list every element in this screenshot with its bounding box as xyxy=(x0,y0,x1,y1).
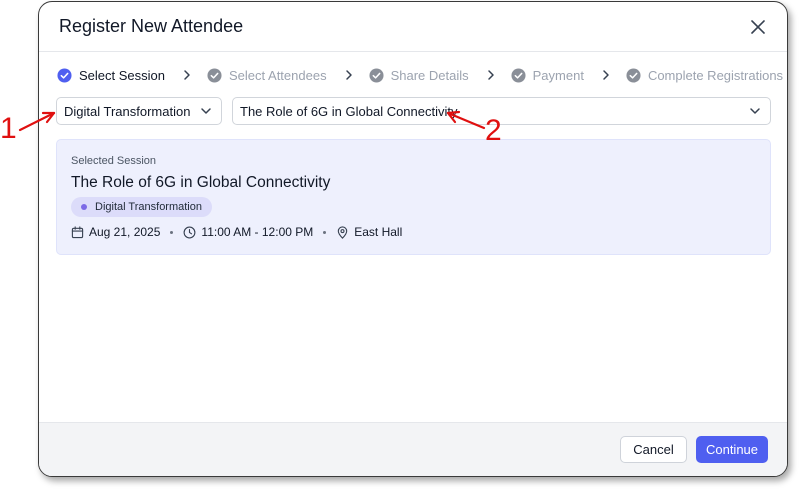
annotation-marker-2: 2 xyxy=(485,114,502,147)
selected-session-label: Selected Session xyxy=(71,155,156,167)
chevron-right-icon xyxy=(181,69,193,81)
step-select-session[interactable]: Select Session xyxy=(57,68,165,83)
step-label: Select Attendees xyxy=(229,67,327,83)
step-complete-registrations[interactable]: Complete Registrations xyxy=(626,68,783,83)
step-share-details[interactable]: Share Details xyxy=(369,68,469,83)
check-circle-icon xyxy=(207,67,222,83)
continue-button[interactable]: Continue xyxy=(696,436,768,463)
session-time: 11:00 AM - 12:00 PM xyxy=(201,225,314,239)
modal-footer: Cancel Continue xyxy=(39,422,787,476)
step-payment[interactable]: Payment xyxy=(511,68,584,83)
chevron-right-icon xyxy=(343,69,355,81)
meta-separator xyxy=(323,230,327,234)
selected-session-card: Selected Session The Role of 6G in Globa… xyxy=(56,139,771,255)
category-dropdown-value: Digital Transformation xyxy=(64,103,191,119)
session-location: East Hall xyxy=(354,225,403,239)
step-select-attendees[interactable]: Select Attendees xyxy=(207,68,327,83)
check-circle-filled-icon xyxy=(57,67,72,83)
step-label: Complete Registrations xyxy=(647,67,784,83)
modal-title: Register New Attendee xyxy=(59,16,244,36)
session-meta: Aug 21, 2025 11:00 AM - 12:00 PM East Ha… xyxy=(71,225,402,239)
step-label: Payment xyxy=(532,67,584,83)
chevron-down-icon xyxy=(199,104,213,118)
step-label: Share Details xyxy=(390,67,469,83)
progress-stepper: Select Session Select Attendees Share De… xyxy=(57,64,783,86)
selected-session-title: The Role of 6G in Global Connectivity xyxy=(71,174,331,191)
session-category-tag-label: Digital Transformation xyxy=(95,201,202,213)
chevron-right-icon xyxy=(485,69,497,81)
map-pin-icon xyxy=(336,225,349,239)
close-button[interactable] xyxy=(747,16,769,38)
session-date: Aug 21, 2025 xyxy=(89,225,161,239)
meta-separator xyxy=(170,230,174,234)
category-dropdown[interactable]: Digital Transformation xyxy=(56,97,222,125)
calendar-icon xyxy=(71,225,84,239)
annotation-marker-1: 1 xyxy=(0,112,17,145)
check-circle-icon xyxy=(511,67,526,83)
chevron-right-icon xyxy=(600,69,612,81)
check-circle-icon xyxy=(626,67,641,83)
clock-icon xyxy=(183,226,196,239)
chevron-down-icon xyxy=(748,104,762,118)
modal-header: Register New Attendee xyxy=(39,2,787,52)
step-label: Select Session xyxy=(79,67,165,83)
close-icon xyxy=(751,20,765,34)
tag-dot-icon xyxy=(81,204,87,210)
session-category-tag: Digital Transformation xyxy=(71,197,212,217)
check-circle-icon xyxy=(369,67,384,83)
cancel-button[interactable]: Cancel xyxy=(620,436,687,463)
